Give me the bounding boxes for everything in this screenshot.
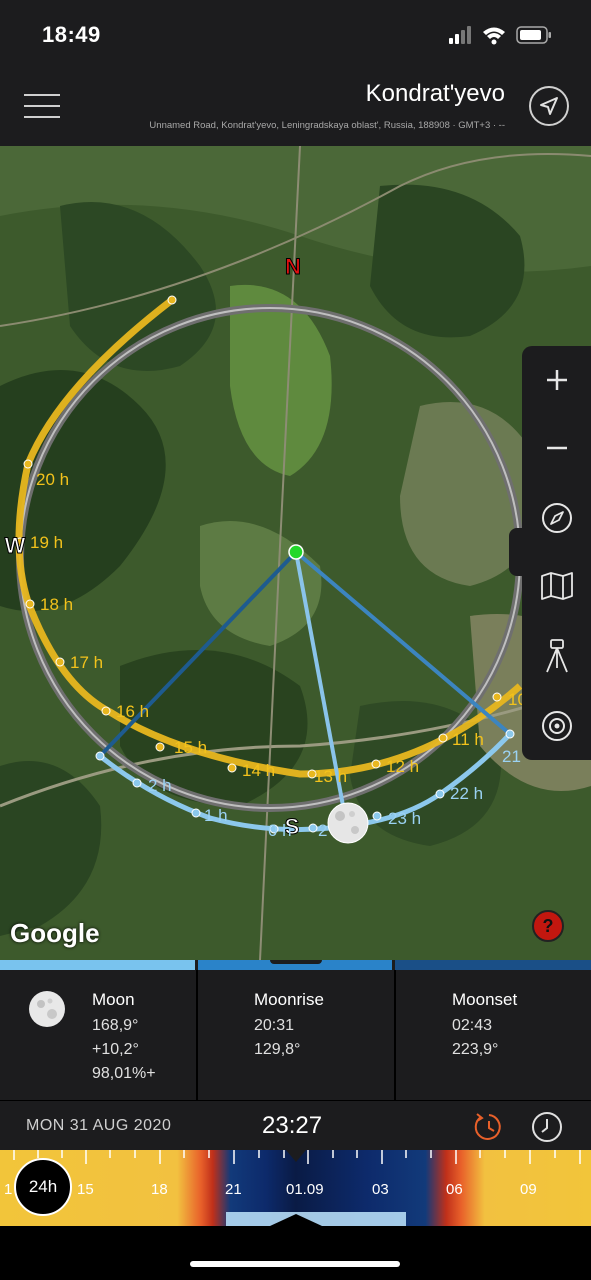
navigation-arrow-icon [540, 97, 558, 115]
observer-pin [288, 544, 304, 560]
battery-icon [516, 26, 551, 44]
status-icons [449, 26, 551, 45]
moon-elevation: +10,2° [92, 1041, 139, 1058]
moonrise-info[interactable]: Moonrise 20:31 129,8° [198, 970, 394, 1100]
google-attribution: Google [10, 918, 100, 948]
timeline-mode-button[interactable]: 24h [14, 1158, 72, 1216]
sun-hour-label: 16 h [116, 702, 149, 721]
moonset-azimuth: 223,9° [452, 1041, 499, 1058]
moonrise-azimuth: 129,8° [254, 1041, 301, 1058]
sun-hour-label: 12 h [386, 757, 419, 776]
zoom-in-button[interactable] [522, 350, 591, 410]
timeline-label: 06 [446, 1181, 463, 1198]
time-label[interactable]: 23:27 [262, 1112, 322, 1140]
sun-hour-label: 17 h [70, 653, 103, 672]
north-label: N [285, 254, 301, 279]
timeline-label: 21 [225, 1181, 242, 1198]
sun-hour-label: 15 h [174, 738, 207, 757]
sun-hour-label: 11 h [452, 730, 484, 749]
timeline-label: 15 [77, 1181, 94, 1198]
moon-hour-label: 2 h [148, 776, 172, 795]
sun-hour-label: 18 h [40, 595, 73, 614]
map-layers-icon [540, 572, 573, 600]
menu-button[interactable] [24, 94, 60, 122]
moon-hour-label: 0 h [268, 821, 292, 840]
clock-icon[interactable] [530, 1110, 564, 1144]
moon-hour-label: 21 [502, 747, 521, 766]
toolbar-collapse-tab[interactable] [509, 528, 523, 576]
moon-hour-label: 23 h [388, 809, 421, 828]
timeline-label: 1 [4, 1181, 13, 1198]
moon-illumination: 98,01%+ [92, 1065, 156, 1082]
date-time-row: MON 31 AUG 2020 23:27 [0, 1100, 591, 1150]
map-toolbar [522, 346, 591, 760]
timeline-label: 18 [151, 1181, 168, 1198]
bottom-area [0, 1226, 591, 1280]
moonset-title: Moonset [452, 990, 518, 1009]
status-time: 18:49 [42, 22, 101, 47]
sun-hour-label: 14 h [242, 761, 275, 780]
moon-phase-icon [29, 991, 65, 1027]
compass-icon [541, 503, 572, 533]
zoom-in-icon [546, 370, 567, 390]
timeline-slider[interactable]: 1 15 18 21 01.09 03 06 09 [0, 1150, 591, 1226]
signal-icon [449, 26, 471, 44]
moon-hour-label: 22 h [450, 784, 483, 803]
status-bar: 18:49 [0, 0, 591, 70]
date-label[interactable]: MON 31 AUG 2020 [26, 1117, 171, 1135]
info-panel: Moon 168,9° +10,2° 98,01%+ Moonrise 20:3… [0, 960, 591, 1100]
moon-hour-label: 1 h [204, 806, 228, 825]
moon-azimuth: 168,9° [92, 1017, 139, 1034]
wifi-icon [483, 27, 505, 45]
zoom-out-button[interactable] [522, 418, 591, 478]
target-icon [541, 711, 572, 741]
sun-hour-label: 13 h [314, 767, 347, 786]
sun-hour-label: 20 h [36, 470, 69, 489]
zoom-out-icon [546, 446, 567, 450]
timeline-label: 01.09 [286, 1181, 324, 1198]
location-title[interactable]: Kondrat'yevo [366, 80, 505, 108]
satellite-map: N W S 20 h 19 h 18 h 17 h 16 h 15 h 14 h… [0, 146, 591, 960]
moonset-info[interactable]: Moonset 02:43 223,9° [396, 970, 591, 1100]
moon-hour-label: 2 [318, 821, 327, 840]
header: Kondrat'yevo Unnamed Road, Kondrat'yevo,… [0, 70, 591, 146]
map-type-button[interactable] [522, 556, 591, 616]
tripod-button[interactable] [522, 626, 591, 686]
moon-info[interactable]: Moon 168,9° +10,2° 98,01%+ [0, 970, 196, 1100]
moon-icon [327, 802, 369, 844]
map-view[interactable]: N W S 20 h 19 h 18 h 17 h 16 h 15 h 14 h… [0, 146, 591, 960]
home-indicator[interactable] [190, 1261, 400, 1267]
location-address[interactable]: Unnamed Road, Kondrat'yevo, Leningradska… [149, 120, 505, 131]
timeline-label: 09 [520, 1181, 537, 1198]
info-color-bars [0, 960, 591, 970]
moonrise-time: 20:31 [254, 1017, 295, 1034]
moon-title: Moon [92, 990, 135, 1009]
moonrise-title: Moonrise [254, 990, 324, 1009]
reset-time-icon[interactable] [472, 1110, 506, 1144]
locate-button[interactable] [529, 86, 569, 126]
west-label: W [5, 533, 26, 558]
compass-button[interactable] [522, 488, 591, 548]
moonset-time: 02:43 [452, 1017, 493, 1034]
menu-icon [24, 94, 60, 96]
sun-hour-label: 19 h [30, 533, 63, 552]
tripod-icon [545, 639, 568, 673]
help-button[interactable]: ? [532, 910, 564, 942]
timeline-label: 03 [372, 1181, 389, 1198]
target-button[interactable] [522, 696, 591, 756]
